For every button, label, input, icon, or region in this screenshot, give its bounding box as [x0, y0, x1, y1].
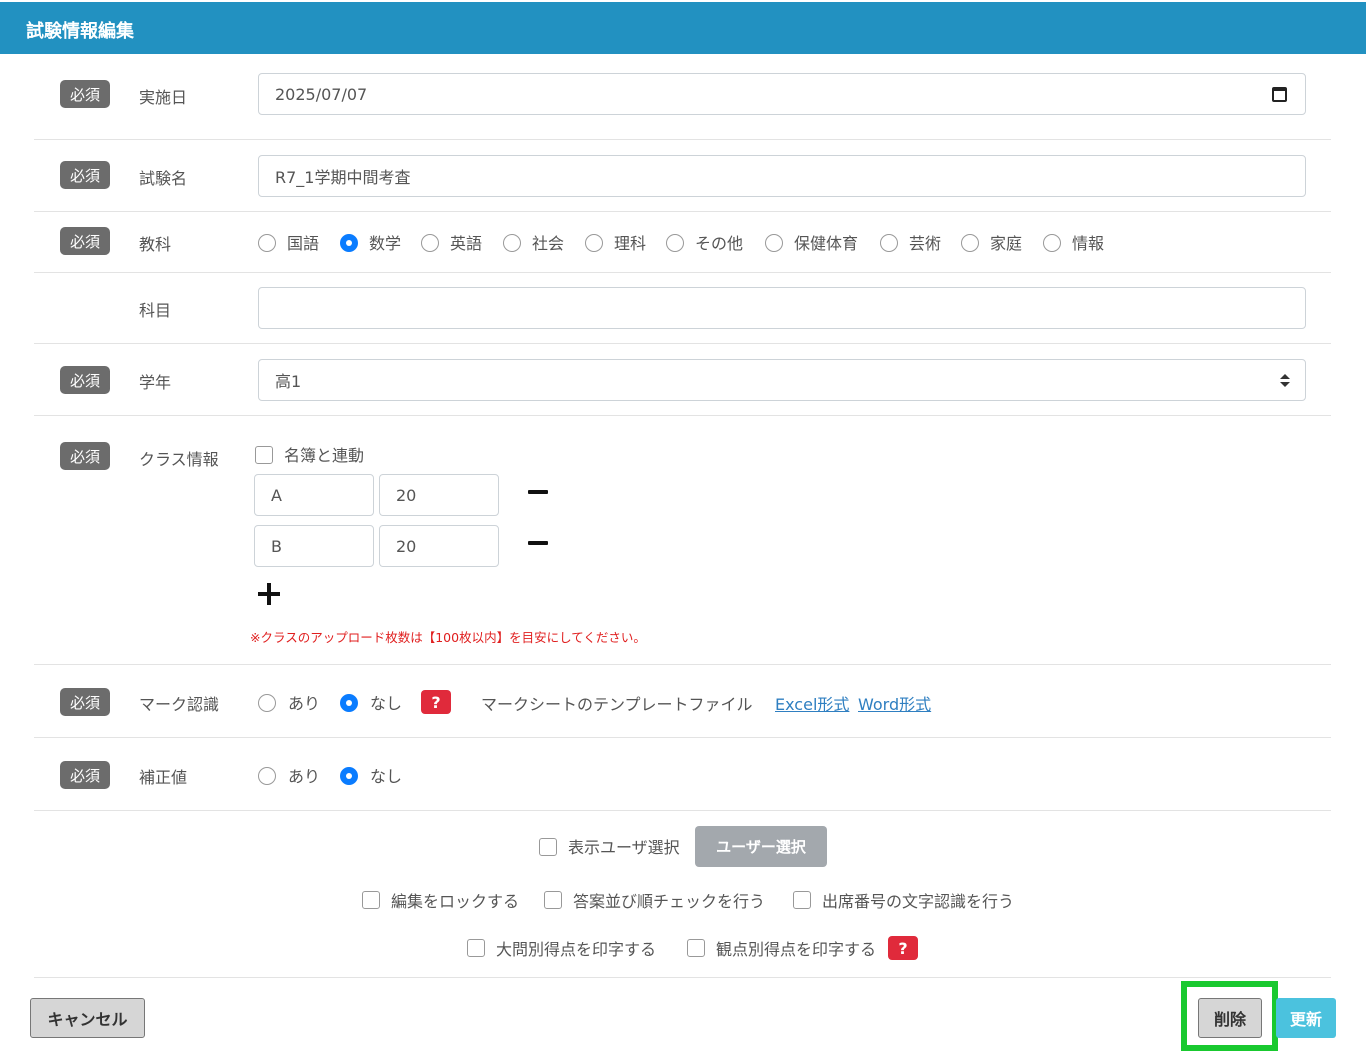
radio-label: その他 [695, 234, 744, 253]
divider [34, 977, 1331, 978]
cancel-button[interactable]: キャンセル [30, 998, 145, 1038]
user-select-button[interactable]: ユーザー選択 [695, 826, 827, 867]
answer-order-checkbox[interactable] [544, 891, 562, 909]
page-title: 試験情報編集 [26, 21, 134, 42]
radio-label: なし [370, 767, 403, 786]
required-badge: 必須 [60, 761, 110, 789]
print-major-checkbox[interactable] [467, 939, 485, 957]
radio-label: 情報 [1072, 234, 1105, 253]
grade-select[interactable]: 高1 [258, 359, 1306, 401]
radio-shakai[interactable] [503, 234, 521, 252]
template-file-label: マークシートのテンプレートファイル [481, 695, 753, 714]
divider [34, 810, 1331, 811]
radio-geijutsu[interactable] [880, 234, 898, 252]
divider [34, 272, 1331, 273]
radio-mark-nashi[interactable] [340, 694, 358, 712]
print-viewpoint-label: 観点別得点を印字する [716, 940, 877, 959]
class-count-input[interactable]: 20 [379, 474, 499, 516]
radio-eigo[interactable] [421, 234, 439, 252]
lock-edit-label: 編集をロックする [391, 892, 520, 911]
radio-label: 保健体育 [794, 234, 859, 253]
radio-katei[interactable] [961, 234, 979, 252]
radio-correction-nashi[interactable] [340, 767, 358, 785]
class-name-input[interactable]: A [254, 474, 374, 516]
attendance-ocr-label: 出席番号の文字認識を行う [822, 892, 1015, 911]
link-roster-checkbox[interactable] [255, 446, 273, 464]
radio-correction-ari[interactable] [258, 767, 276, 785]
required-badge: 必須 [60, 688, 110, 716]
date-input[interactable]: 2025/07/07 [258, 73, 1306, 115]
delete-button[interactable]: 削除 [1198, 998, 1262, 1038]
divider [34, 737, 1331, 738]
exam-name-input[interactable]: R7_1学期中間考査 [258, 155, 1306, 197]
radio-label: 芸術 [909, 234, 942, 253]
radio-sugaku[interactable] [340, 234, 358, 252]
radio-hoken-taiiku[interactable] [765, 234, 783, 252]
radio-label: あり [288, 767, 321, 786]
radio-joho[interactable] [1043, 234, 1061, 252]
plus-icon[interactable] [258, 583, 280, 605]
radio-label: 理科 [614, 234, 647, 253]
required-badge: 必須 [60, 80, 110, 108]
divider [34, 664, 1331, 665]
help-icon[interactable]: ? [888, 936, 918, 960]
date-label: 実施日 [139, 88, 188, 107]
lock-edit-checkbox[interactable] [362, 891, 380, 909]
divider [34, 415, 1331, 416]
radio-sonota[interactable] [666, 234, 684, 252]
correction-label: 補正値 [139, 768, 188, 787]
update-button[interactable]: 更新 [1276, 998, 1336, 1038]
mark-recognition-label: マーク認識 [139, 695, 220, 714]
radio-label: 英語 [450, 234, 483, 253]
answer-order-label: 答案並び順チェックを行う [573, 892, 766, 911]
required-badge: 必須 [60, 442, 110, 470]
class-count-value: 20 [396, 536, 417, 556]
radio-kokugo[interactable] [258, 234, 276, 252]
radio-rika[interactable] [585, 234, 603, 252]
display-user-checkbox[interactable] [539, 838, 557, 856]
display-user-label: 表示ユーザ選択 [568, 838, 680, 857]
class-name-value: A [271, 485, 282, 505]
minus-icon[interactable] [528, 541, 548, 545]
radio-label: なし [370, 694, 403, 713]
subject-label: 科目 [139, 301, 172, 320]
excel-template-link[interactable]: Excel形式 [775, 691, 849, 715]
divider [34, 343, 1331, 344]
exam-name-value: R7_1学期中間考査 [275, 168, 411, 187]
print-viewpoint-checkbox[interactable] [687, 939, 705, 957]
subject-input[interactable] [258, 287, 1306, 329]
calendar-icon[interactable] [1272, 87, 1287, 102]
radio-label: あり [288, 694, 321, 713]
select-arrows-icon [1279, 373, 1291, 389]
class-name-value: B [271, 536, 282, 556]
radio-label: 家庭 [990, 234, 1023, 253]
link-roster-label: 名簿と連動 [284, 446, 365, 465]
print-major-label: 大問別得点を印字する [496, 940, 657, 959]
modal-header: 試験情報編集 [0, 2, 1366, 54]
required-badge: 必須 [60, 161, 110, 189]
radio-mark-ari[interactable] [258, 694, 276, 712]
help-icon[interactable]: ? [421, 690, 451, 714]
grade-value: 高1 [275, 372, 302, 391]
radio-label: 数学 [369, 234, 402, 253]
radio-label: 社会 [532, 234, 565, 253]
class-count-value: 20 [396, 485, 417, 505]
exam-name-label: 試験名 [139, 169, 188, 188]
word-template-link[interactable]: Word形式 [858, 691, 931, 715]
attendance-ocr-checkbox[interactable] [793, 891, 811, 909]
required-badge: 必須 [60, 366, 110, 394]
class-name-input[interactable]: B [254, 525, 374, 567]
upload-note: ※クラスのアップロード枚数は【100枚以内】を目安にしてください。 [250, 630, 646, 645]
divider [34, 139, 1331, 140]
radio-label: 国語 [287, 234, 320, 253]
class-count-input[interactable]: 20 [379, 525, 499, 567]
minus-icon[interactable] [528, 490, 548, 494]
required-badge: 必須 [60, 227, 110, 255]
date-value: 2025/07/07 [275, 84, 368, 104]
grade-label: 学年 [139, 373, 172, 392]
divider [34, 211, 1331, 212]
class-info-label: クラス情報 [139, 450, 219, 469]
subject-category-label: 教科 [139, 235, 172, 254]
